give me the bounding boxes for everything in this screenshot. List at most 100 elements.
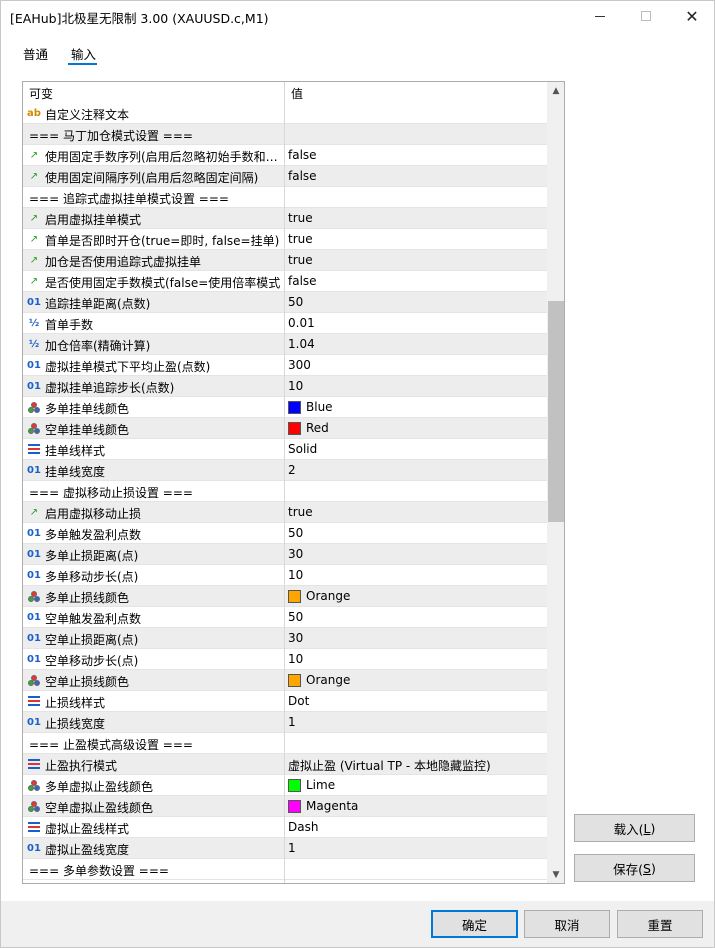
grid-row[interactable]: ½ 加仓倍率(精确计算) 1.04 [23,334,547,355]
row-value[interactable]: 1.04 [288,337,315,351]
row-value[interactable]: 50 [288,295,303,309]
row-variable-name: 多单触发盈利点数 [45,528,142,542]
row-value[interactable]: 30 [288,547,303,561]
row-value[interactable]: 2 [288,463,296,477]
scroll-down-button[interactable]: ▼ [547,866,564,883]
grid-row[interactable]: 挂单线样式 Solid [23,439,547,460]
grid-rows: ab 自定义注释文本 === 马丁加仓模式设置 === ↗ 使用固定手数序列(启用后忽略… [23,103,547,880]
reset-button[interactable]: 重置 [617,910,703,938]
grid-row[interactable]: 01 虚拟挂单模式下平均止盈(点数) 300 [23,355,547,376]
grid-row[interactable]: 01 追踪挂单距离(点数) 50 [23,292,547,313]
row-variable-name: 空单移动步长(点) [45,654,139,668]
integer-type-icon: 01 [27,548,41,560]
grid-row[interactable]: 01 空单止损距离(点) 30 [23,628,547,649]
boolean-type-icon: ↗ [29,506,39,518]
row-value[interactable]: 50 [288,610,303,624]
row-value[interactable]: 虚拟止盈 (Virtual TP - 本地隐藏监控) [288,757,491,774]
row-variable-name: 加仓倍率(精确计算) [45,339,151,353]
grid-row[interactable]: 虚拟止盈线样式 Dash [23,817,547,838]
row-value[interactable]: 300 [288,358,311,372]
grid-section-row[interactable]: === 追踪式虚拟挂单模式设置 === [23,187,547,208]
scroll-up-button[interactable]: ▲ [547,82,564,99]
column-header-value[interactable]: 值 [291,85,303,102]
row-value[interactable]: Orange [306,589,350,603]
row-value[interactable]: Dash [288,820,318,834]
scrollbar-thumb[interactable] [548,301,564,522]
row-value[interactable]: Blue [306,400,333,414]
column-divider[interactable] [284,82,285,883]
grid-row[interactable]: 空单挂单线颜色 Red [23,418,547,439]
row-value[interactable]: Red [306,421,329,435]
grid-row[interactable]: 空单止损线颜色 Orange [23,670,547,691]
integer-type-icon: 01 [27,527,41,539]
grid-row[interactable]: 空单虚拟止盈线颜色 Magenta [23,796,547,817]
grid-section-row[interactable]: === 马丁加仓模式设置 === [23,124,547,145]
row-value[interactable]: 1 [288,841,296,855]
grid-row[interactable]: ↗ 使用固定间隔序列(启用后忽略固定间隔) false [23,166,547,187]
vertical-scrollbar[interactable]: ▲ ▼ [547,82,564,883]
grid-row[interactable]: ↗ 使用固定手数序列(启用后忽略初始手数和… false [23,145,547,166]
ok-button[interactable]: 确定 [431,910,518,938]
grid-row[interactable]: 多单挂单线颜色 Blue [23,397,547,418]
cancel-button[interactable]: 取消 [524,910,610,938]
tab-general[interactable]: 普通 [23,44,48,63]
row-value[interactable]: 0.01 [288,316,315,330]
row-value[interactable]: 30 [288,631,303,645]
grid-row[interactable]: 01 多单触发盈利点数 50 [23,523,547,544]
grid-row[interactable]: ↗ 启用虚拟移动止损 true [23,502,547,523]
row-value[interactable]: Solid [288,442,317,456]
grid-section-row[interactable]: === 多单参数设置 === [23,859,547,880]
color-type-icon [27,800,41,812]
row-value[interactable]: false [288,274,317,288]
row-variable-name: 虚拟止盈线样式 [45,822,130,836]
minimize-icon [595,15,605,17]
grid-row[interactable]: 01 虚拟止盈线宽度 1 [23,838,547,859]
grid-row[interactable]: ½ 首单手数 0.01 [23,313,547,334]
enum-type-icon [27,758,41,770]
row-value[interactable]: Lime [306,778,335,792]
grid-row[interactable]: ↗ 首单是否即时开仓(true=即时, false=挂单) true [23,229,547,250]
grid-row[interactable]: 01 止损线宽度 1 [23,712,547,733]
grid-row[interactable]: 01 挂单线宽度 2 [23,460,547,481]
row-value[interactable]: 10 [288,652,303,666]
row-value[interactable]: 10 [288,379,303,393]
save-button[interactable]: 保存(S) [574,854,695,882]
row-value[interactable]: true [288,232,313,246]
title-bar: [EAHub]北极星无限制 3.00 (XAUUSD.c,M1) ✕ [1,1,714,31]
column-header-variable[interactable]: 可变 [29,85,53,102]
row-value[interactable]: false [288,148,317,162]
row-value[interactable]: 10 [288,568,303,582]
close-button[interactable]: ✕ [669,1,715,31]
tab-input[interactable]: 输入 [71,44,96,63]
row-value[interactable]: 1 [288,715,296,729]
row-value[interactable]: Magenta [306,799,358,813]
row-value[interactable]: true [288,505,313,519]
grid-section-row[interactable]: === 止盈模式高级设置 === [23,733,547,754]
row-value[interactable]: false [288,169,317,183]
grid-row[interactable]: ↗ 是否使用固定手数模式(false=使用倍率模式) false [23,271,547,292]
grid-row[interactable]: ↗ 加仓是否使用追踪式虚拟挂单 true [23,250,547,271]
row-value[interactable]: Orange [306,673,350,687]
grid-row[interactable]: 多单止损线颜色 Orange [23,586,547,607]
load-button[interactable]: 载入(L) [574,814,695,842]
minimize-button[interactable] [577,1,623,31]
maximize-button[interactable] [623,1,669,31]
grid-row[interactable]: ab 自定义注释文本 [23,103,547,124]
grid-row[interactable]: 01 多单止损距离(点) 30 [23,544,547,565]
grid-section-row[interactable]: === 虚拟移动止损设置 === [23,481,547,502]
grid-row[interactable]: 止盈执行模式 虚拟止盈 (Virtual TP - 本地隐藏监控) [23,754,547,775]
grid-row[interactable]: 01 多单移动步长(点) 10 [23,565,547,586]
grid-row[interactable]: ↗ 启用虚拟挂单模式 true [23,208,547,229]
row-value[interactable]: Dot [288,694,309,708]
row-value[interactable]: true [288,211,313,225]
grid-row[interactable]: 多单虚拟止盈线颜色 Lime [23,775,547,796]
close-icon: ✕ [685,6,699,26]
row-value[interactable]: 50 [288,526,303,540]
inputs-grid: 可变 值 ab 自定义注释文本 === 马丁加仓模式设置 === ↗ 使用固定手数序列(… [22,81,565,884]
grid-row[interactable]: 01 空单移动步长(点) 10 [23,649,547,670]
row-value[interactable]: true [288,253,313,267]
grid-row[interactable]: 01 空单触发盈利点数 50 [23,607,547,628]
grid-row[interactable]: 止损线样式 Dot [23,691,547,712]
grid-row[interactable]: 01 虚拟挂单追踪步长(点数) 10 [23,376,547,397]
boolean-type-icon: ↗ [29,233,39,245]
